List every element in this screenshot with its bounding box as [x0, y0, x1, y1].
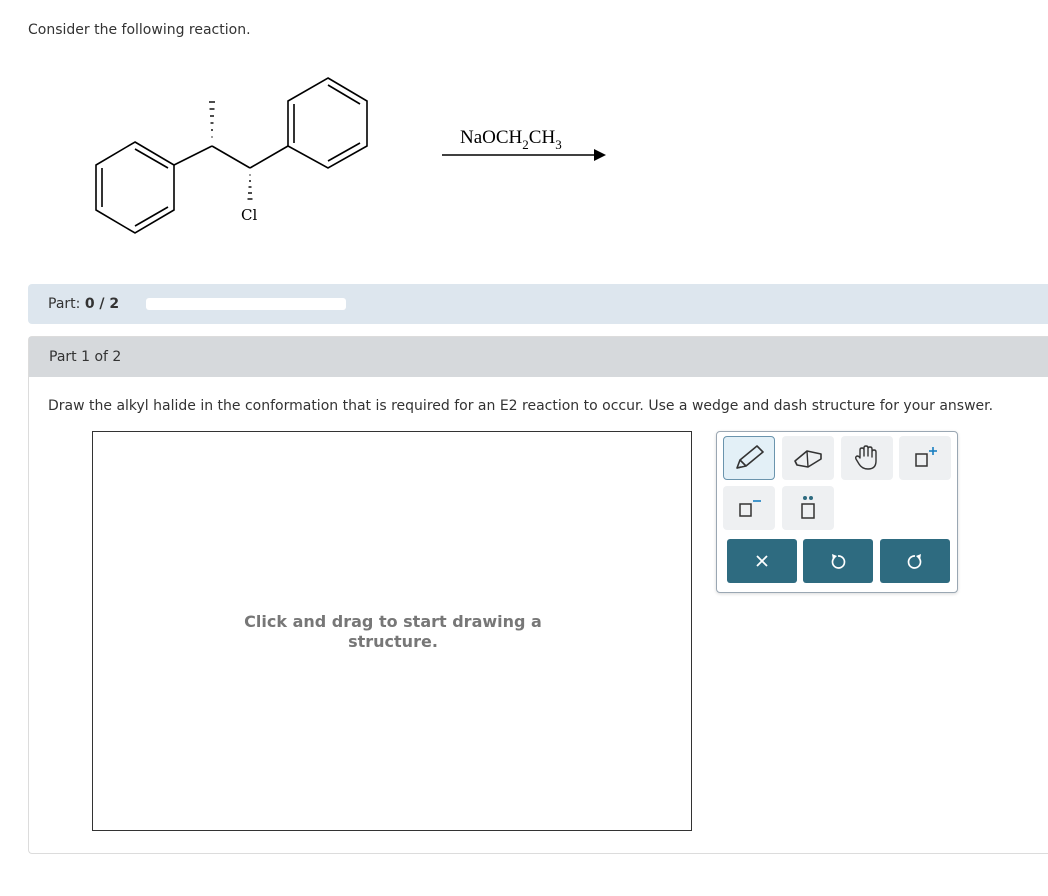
reaction-scheme: Cl NaOCH2CH3 — [95, 77, 606, 234]
hand-icon — [854, 445, 877, 470]
canvas-placeholder: Click and drag to start drawing a struct… — [244, 612, 542, 651]
pencil-icon — [736, 445, 764, 469]
positive-charge-icon — [915, 447, 937, 467]
drawing-canvas[interactable]: Click and drag to start drawing a struct… — [92, 431, 692, 831]
redo-icon — [907, 554, 922, 569]
clear-icon — [756, 555, 768, 567]
undo-icon — [831, 554, 846, 569]
left-benzene-ring — [95, 141, 175, 234]
chlorine-label: Cl — [241, 206, 257, 224]
negative-charge-tool-button[interactable] — [723, 486, 775, 530]
lone-pair-icon — [801, 496, 815, 519]
question-text: Draw the alkyl halide in the conformatio… — [48, 398, 994, 414]
part-label: Part: 0 / 2 — [48, 296, 120, 312]
drawing-toolbar — [716, 431, 958, 593]
part-number-label: Part 1 of 2 — [49, 349, 122, 365]
lone-pair-tool-button[interactable] — [782, 486, 834, 530]
redo-button[interactable] — [880, 539, 950, 583]
reagent-label: NaOCH2CH3 — [460, 127, 562, 152]
hashed-bond-chlorine — [247, 174, 253, 200]
eraser-tool-button[interactable] — [782, 436, 834, 480]
right-benzene-ring — [287, 77, 368, 169]
positive-charge-tool-button[interactable] — [899, 436, 951, 480]
undo-button[interactable] — [803, 539, 873, 583]
hashed-bond-methyl — [209, 101, 215, 138]
clear-button[interactable] — [727, 539, 797, 583]
part-progress-bar: Part: 0 / 2 — [28, 284, 1048, 324]
card-header: Part 1 of 2 — [29, 337, 1048, 377]
carbon-chain — [173, 145, 289, 169]
progress-track — [146, 298, 346, 310]
intro-text: Consider the following reaction. — [28, 22, 251, 38]
eraser-icon — [794, 450, 822, 468]
part-progress-count: 0 / 2 — [84, 296, 120, 312]
pencil-tool-button[interactable] — [723, 436, 775, 480]
negative-charge-icon — [739, 500, 761, 517]
hand-tool-button[interactable] — [841, 436, 893, 480]
